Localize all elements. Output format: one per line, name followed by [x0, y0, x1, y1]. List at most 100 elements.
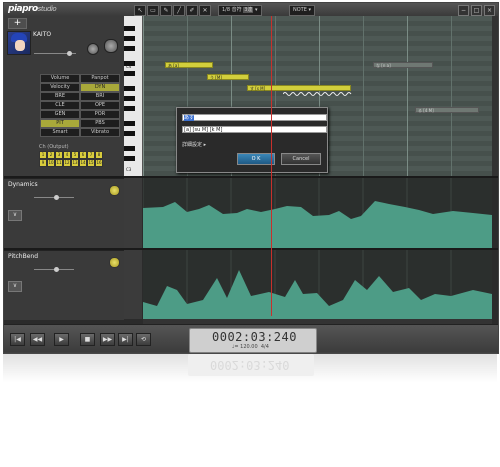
- tempo-value: ♩= 120.00: [232, 344, 258, 350]
- channel-button[interactable]: 16: [95, 159, 103, 167]
- time-readout: 0002:03:240: [212, 330, 297, 344]
- param-button-volume[interactable]: Volume: [40, 74, 80, 83]
- note[interactable]: る [4 M]: [415, 107, 479, 113]
- window-reflection: 0002:03:240: [3, 352, 497, 467]
- note[interactable]: う [M]: [207, 74, 249, 80]
- playhead[interactable]: [271, 16, 272, 316]
- time-display: 0002:03:240 ♩= 120.00 4/4: [189, 328, 317, 353]
- channel-button[interactable]: 7: [87, 151, 95, 159]
- param-button-gen[interactable]: GEN: [40, 110, 80, 119]
- piapro-studio-window: piaprostudio ↖ ▭ ✎ ╱ ✐ ✕ 1/8 音符 3連 ▾ NOT…: [3, 2, 499, 354]
- range-tool-icon[interactable]: ▭: [147, 5, 159, 16]
- app-title-sub: studio: [37, 5, 57, 13]
- channel-label: Ch (Output): [39, 144, 69, 150]
- channel-button[interactable]: 2: [47, 151, 55, 159]
- channel-button[interactable]: 14: [79, 159, 87, 167]
- add-track-button[interactable]: +: [8, 18, 27, 29]
- select-tool-icon[interactable]: ↖: [134, 5, 146, 16]
- note[interactable]: あ [a]: [165, 62, 213, 68]
- channel-button[interactable]: 5: [71, 151, 79, 159]
- channel-button[interactable]: 15: [87, 159, 95, 167]
- pitchbend-enable-toggle[interactable]: [109, 257, 120, 268]
- param-button-por[interactable]: POR: [80, 110, 120, 119]
- note-length-select[interactable]: NOTE ▾: [289, 5, 315, 16]
- quantize-value: 1/8 音符: [222, 7, 242, 13]
- detail-settings-label: 詳細設定: [182, 142, 203, 148]
- rewind-icon[interactable]: ◀◀: [30, 333, 45, 346]
- piano-roll-vertical-scrollbar[interactable]: [492, 16, 498, 176]
- phoneme-input[interactable]: [a] [su M] [k M]: [182, 126, 327, 133]
- param-button-cle[interactable]: CLE: [40, 101, 80, 110]
- maximize-icon[interactable]: □: [471, 5, 482, 16]
- fast-forward-icon[interactable]: ▶▶: [100, 333, 115, 346]
- meter-value: 4/4: [260, 344, 269, 350]
- octave-label-c3: C3: [126, 167, 132, 172]
- track-panel: + KAITO Volume Panpot Velocity DYN BRE BRI CLE…: [4, 16, 124, 176]
- channel-button[interactable]: 8: [95, 151, 103, 159]
- param-button-bri[interactable]: BRI: [80, 92, 120, 101]
- vibrato-marker: [283, 92, 352, 96]
- tempo-meter-readout: ♩= 120.00 4/4: [232, 344, 269, 350]
- channel-button[interactable]: 11: [55, 159, 63, 167]
- ok-button[interactable]: O K: [237, 153, 275, 165]
- pitchbend-envelope[interactable]: [143, 250, 492, 319]
- reflected-time: 0002:03:240: [210, 358, 290, 372]
- channel-button[interactable]: 13: [71, 159, 79, 167]
- param-button-vibrato[interactable]: Vibrato: [80, 128, 120, 137]
- dynamics-enable-toggle[interactable]: [109, 185, 120, 196]
- pitchbend-slider[interactable]: [54, 267, 59, 272]
- param-button-dyn[interactable]: DYN: [80, 83, 120, 92]
- detail-settings-toggle[interactable]: 詳細設定 ▸: [182, 141, 206, 148]
- dynamics-envelope[interactable]: [142, 178, 492, 248]
- pencil-tool-icon[interactable]: ✎: [160, 5, 172, 16]
- pan-knob[interactable]: [87, 43, 99, 55]
- singer-avatar[interactable]: [7, 31, 31, 55]
- chevron-down-icon[interactable]: ∨: [8, 210, 22, 221]
- pitchbend-label: PitchBend: [8, 253, 39, 260]
- eraser-tool-icon[interactable]: ✕: [199, 5, 211, 16]
- settings-gear-icon[interactable]: [104, 39, 118, 53]
- lyric-input[interactable]: あす: [182, 114, 327, 121]
- channel-button[interactable]: 1: [39, 151, 47, 159]
- app-logo: piaprostudio: [8, 4, 57, 14]
- note[interactable]: な [n a]: [373, 62, 433, 68]
- piano-keyboard[interactable]: C4 C3: [124, 16, 143, 176]
- param-button-pit[interactable]: PIT: [40, 119, 80, 128]
- go-to-start-icon[interactable]: |◀: [10, 333, 25, 346]
- track-volume-knob[interactable]: [67, 51, 72, 56]
- param-button-bre[interactable]: BRE: [40, 92, 80, 101]
- lyric-edit-dialog: あす [a] [su M] [k M] 詳細設定 ▸ O K Cancel: [176, 107, 328, 173]
- loop-icon[interactable]: ⟲: [136, 333, 151, 346]
- dynamics-label: Dynamics: [8, 181, 38, 188]
- channel-button[interactable]: 6: [79, 151, 87, 159]
- pitchbend-axis: [124, 250, 142, 319]
- title-bar: piaprostudio ↖ ▭ ✎ ╱ ✐ ✕ 1/8 音符 3連 ▾ NOT…: [4, 3, 498, 16]
- dynamics-axis: [124, 178, 142, 248]
- app-title-main: piapro: [8, 4, 38, 14]
- channel-button[interactable]: 9: [39, 159, 47, 167]
- channel-button[interactable]: 3: [55, 151, 63, 159]
- stop-icon[interactable]: ■: [80, 333, 95, 346]
- param-button-ope[interactable]: OPE: [80, 101, 120, 110]
- play-icon[interactable]: ▶: [54, 333, 69, 346]
- go-to-end-icon[interactable]: ▶|: [118, 333, 133, 346]
- transport-bar: |◀ ◀◀ ▶ ■ ▶▶ ▶| ⟲ 0002:03:240 ♩= 120.00 …: [4, 324, 498, 353]
- line-tool-icon[interactable]: ╱: [173, 5, 185, 16]
- lyric-input-value: あす: [184, 115, 195, 121]
- singer-name: KAITO: [33, 31, 52, 38]
- minimize-icon[interactable]: −: [458, 5, 469, 16]
- pitchbend-panel: PitchBend ∨: [4, 250, 124, 320]
- dynamics-slider[interactable]: [54, 195, 59, 200]
- channel-button[interactable]: 12: [63, 159, 71, 167]
- param-button-smart[interactable]: Smart: [40, 128, 80, 137]
- param-button-velocity[interactable]: Velocity: [40, 83, 80, 92]
- brush-tool-icon[interactable]: ✐: [186, 5, 198, 16]
- param-button-panpot[interactable]: Panpot: [80, 74, 120, 83]
- param-button-pbs[interactable]: PBS: [80, 119, 120, 128]
- chevron-down-icon[interactable]: ∨: [8, 281, 22, 292]
- channel-button[interactable]: 4: [63, 151, 71, 159]
- close-icon[interactable]: ×: [484, 5, 495, 16]
- channel-button[interactable]: 10: [47, 159, 55, 167]
- cancel-button[interactable]: Cancel: [281, 153, 321, 165]
- quantize-select[interactable]: 1/8 音符 3連 ▾: [218, 5, 262, 16]
